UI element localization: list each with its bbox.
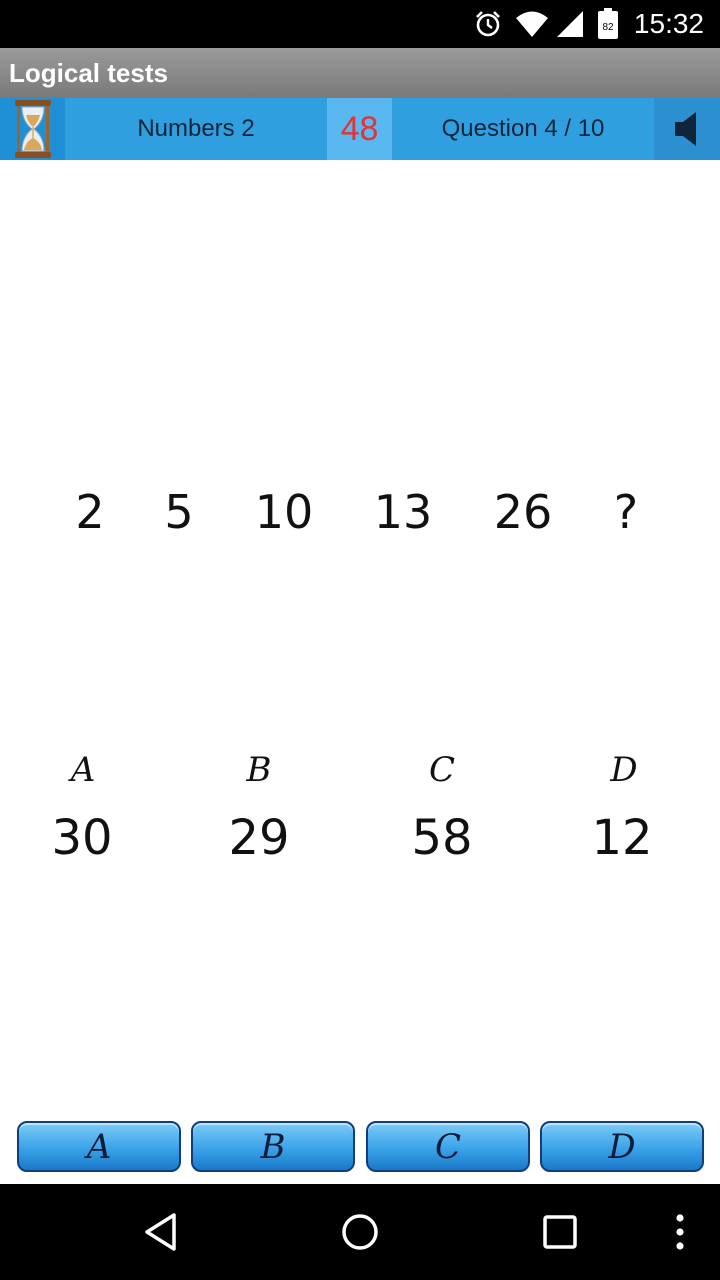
speaker-icon[interactable]: [654, 98, 720, 160]
signal-icon: [553, 0, 587, 48]
number-sequence: 2 5 10 13 26 ?: [0, 485, 720, 545]
question-counter: Question 4 / 10: [441, 115, 605, 142]
app-bar: Logical tests: [0, 48, 720, 98]
timer-countdown: 48: [327, 98, 392, 160]
status-time: 15:32: [633, 8, 704, 39]
sequence-item: 2: [75, 485, 105, 539]
home-icon[interactable]: [320, 1184, 400, 1280]
sequence-question-mark: ?: [613, 485, 639, 539]
info-bar: Numbers 2 48 Question 4 / 10: [0, 98, 720, 160]
answer-button-b[interactable]: B: [191, 1121, 355, 1172]
alarm-icon: [470, 0, 506, 48]
more-icon[interactable]: [655, 1184, 705, 1280]
battery-icon: 82: [595, 0, 621, 48]
battery-level: 82: [602, 22, 614, 33]
option-value-c: 58: [411, 810, 473, 866]
sequence-item: 10: [254, 485, 314, 539]
option-value-d: 12: [591, 810, 653, 866]
option-letter-b: B: [246, 750, 272, 790]
back-icon[interactable]: [120, 1184, 200, 1280]
option-letter-c: C: [428, 750, 455, 790]
sequence-item: 13: [373, 485, 433, 539]
option-value-a: 30: [51, 810, 113, 866]
answer-button-a[interactable]: A: [17, 1121, 181, 1172]
option-letter-a: A: [70, 750, 96, 790]
wifi-icon: [514, 0, 550, 48]
recents-icon[interactable]: [520, 1184, 600, 1280]
hourglass-icon: [0, 98, 65, 160]
answer-button-c[interactable]: C: [366, 1121, 530, 1172]
option-letter-d: D: [610, 750, 638, 790]
app-title: Logical tests: [9, 58, 168, 88]
option-value-b: 29: [228, 810, 290, 866]
navigation-bar: [0, 1184, 720, 1280]
status-bar: 82 15:32: [0, 0, 720, 48]
category-label: Numbers 2: [137, 115, 255, 142]
answer-button-d[interactable]: D: [540, 1121, 704, 1172]
sequence-item: 5: [164, 485, 194, 539]
sequence-item: 26: [493, 485, 553, 539]
